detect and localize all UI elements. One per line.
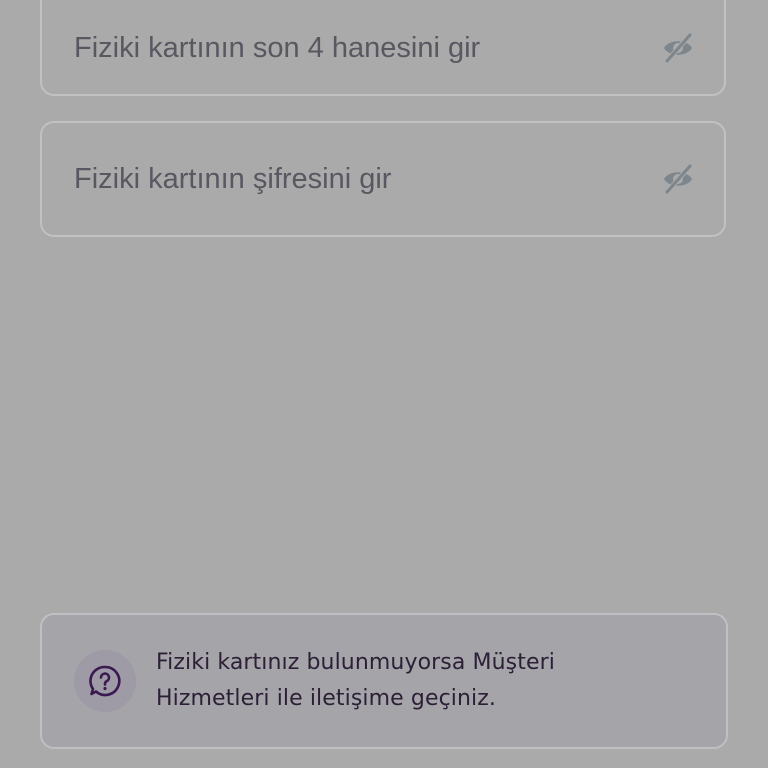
card-pin-input[interactable] (74, 162, 658, 196)
eye-off-icon (664, 163, 693, 195)
card-pin-field[interactable] (40, 121, 726, 237)
card-last-four-input[interactable] (74, 31, 658, 65)
visibility-toggle-button[interactable] (658, 28, 698, 68)
eye-off-icon (664, 32, 693, 64)
card-last-four-field[interactable] (40, 0, 726, 96)
info-message: Fiziki kartınız bulunmuyorsa Müşteri Hiz… (156, 650, 555, 711)
help-chat-icon (89, 665, 121, 697)
help-icon-container (74, 650, 136, 712)
info-card: Fiziki kartınız bulunmuyorsa Müşteri Hiz… (40, 613, 728, 749)
visibility-toggle-button[interactable] (658, 159, 698, 199)
